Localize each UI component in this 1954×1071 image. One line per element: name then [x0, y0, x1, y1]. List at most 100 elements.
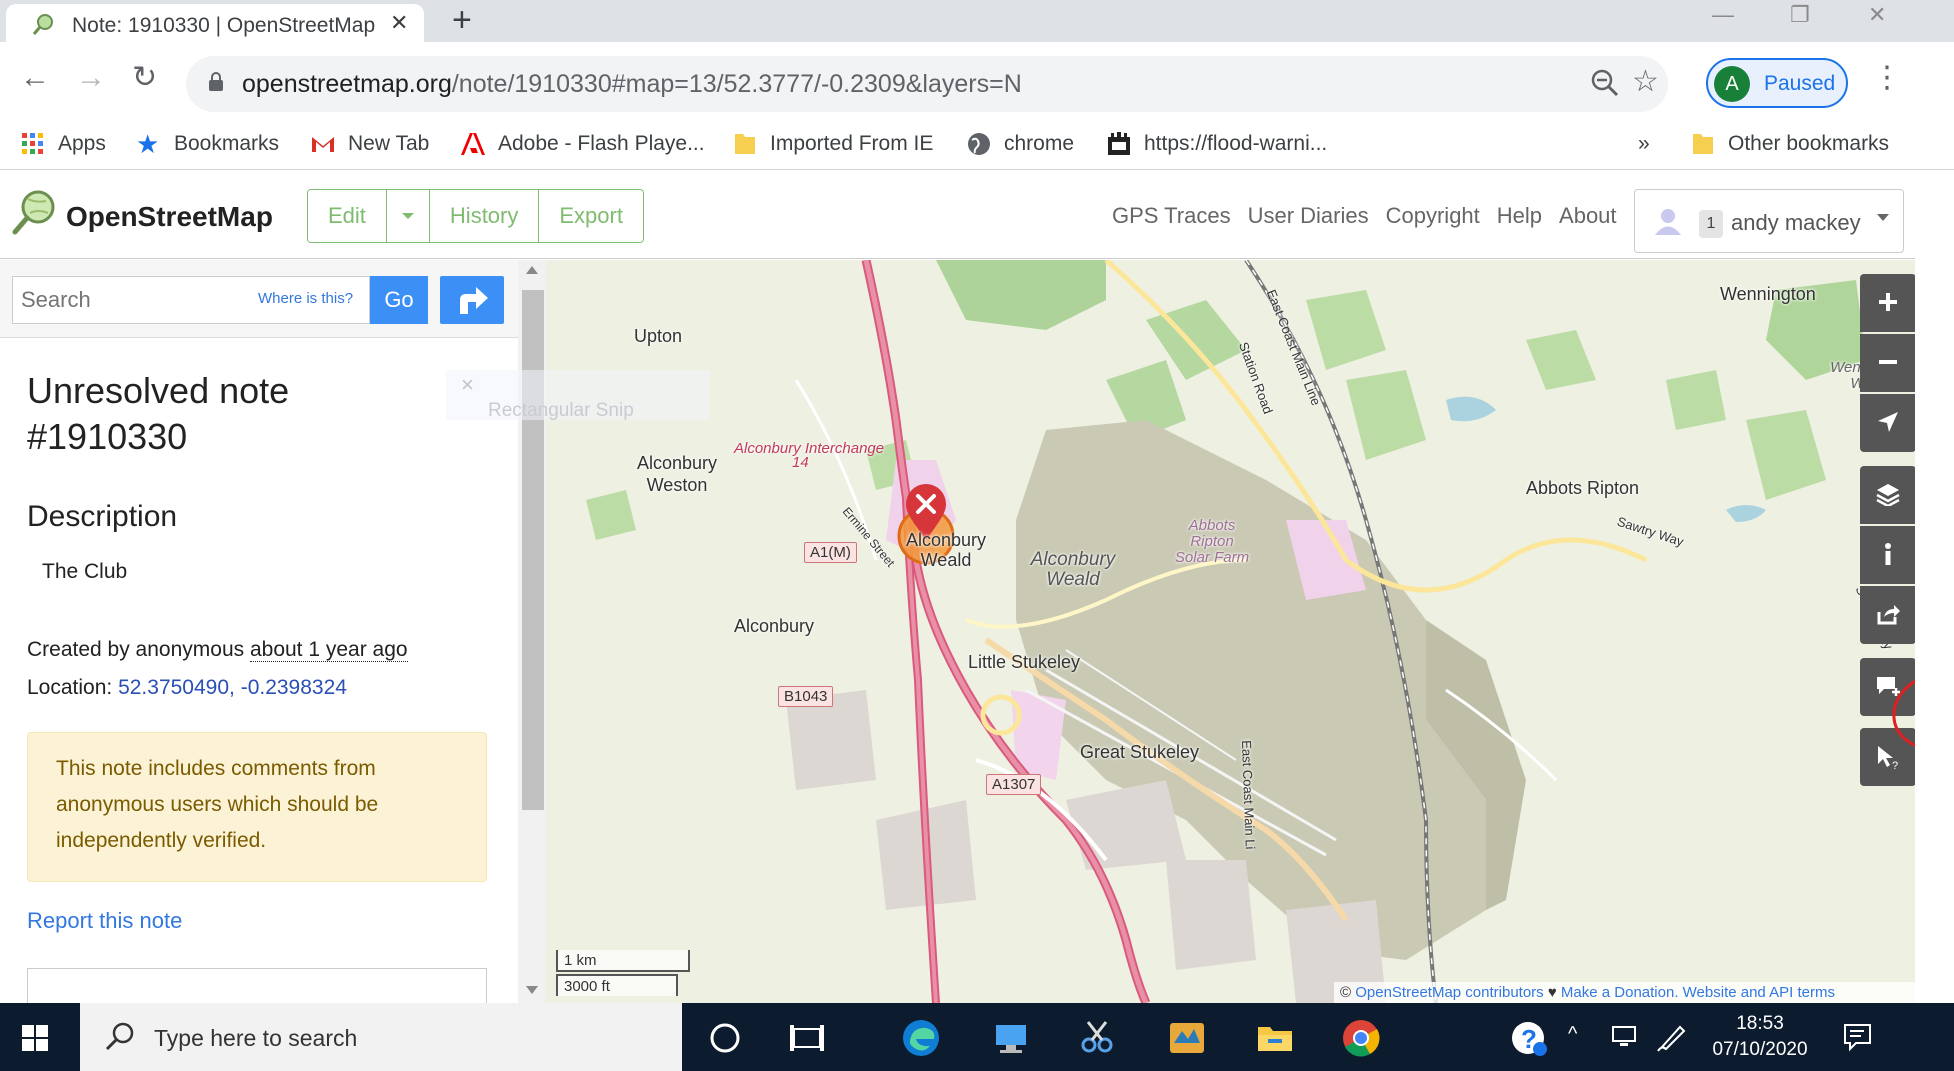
minus-icon [1879, 360, 1897, 364]
snip-close-icon[interactable]: × [461, 372, 474, 398]
map[interactable]: Upton Wennington Wennington Wood Abbots … [546, 260, 1915, 1003]
created-prefix: Created by anonymous [27, 638, 250, 661]
where-is-this-link[interactable]: Where is this? [258, 290, 353, 307]
back-icon[interactable]: ← [20, 62, 50, 94]
edit-button[interactable]: Edit [308, 190, 387, 242]
scroll-down-icon[interactable] [526, 986, 538, 994]
export-button[interactable]: Export [539, 190, 643, 242]
bookmark-chrome[interactable]: chrome [966, 128, 1074, 160]
info-icon [1885, 543, 1891, 565]
bookmark-adobe[interactable]: Adobe - Flash Playe... [460, 128, 705, 160]
locate-button[interactable] [1860, 394, 1915, 452]
help-notification-icon[interactable]: ? [1508, 1017, 1550, 1059]
snip-label: Rectangular Snip [488, 400, 634, 421]
map-label-solar-farm: Abbots Ripton Solar Farm [1174, 517, 1250, 566]
zoom-out-button[interactable] [1860, 334, 1915, 392]
report-note-link[interactable]: Report this note [27, 908, 182, 934]
taskbar-search[interactable]: Type here to search [80, 1003, 682, 1071]
bookmark-apps[interactable]: Apps [20, 128, 106, 160]
edit-dropdown-button[interactable] [386, 190, 430, 242]
bookmark-new-tab[interactable]: New Tab [310, 128, 429, 160]
action-center-icon[interactable] [1842, 1021, 1874, 1053]
bookmark-bookmarks[interactable]: ★ Bookmarks [136, 128, 279, 160]
nav-help[interactable]: Help [1497, 203, 1542, 229]
lock-icon [209, 72, 223, 91]
osm-logo-icon[interactable] [12, 189, 56, 235]
nav-user-diaries[interactable]: User Diaries [1248, 203, 1369, 229]
map-label-alconbury-weald: Alconbury Weald [905, 530, 987, 570]
bookmark-star-icon[interactable]: ☆ [1632, 64, 1659, 99]
svg-text:?: ? [1892, 760, 1898, 770]
zoom-out-icon[interactable] [1590, 68, 1620, 98]
tab-close-icon[interactable]: ✕ [390, 10, 408, 36]
chevron-down-icon [401, 213, 414, 219]
restore-icon[interactable]: ❐ [1790, 2, 1810, 28]
note-title: Unresolved note #1910330 [27, 370, 290, 457]
sidebar: Where is this? Go Unresolved note #19103… [0, 260, 518, 1003]
donate-link[interactable]: Make a Donation [1561, 984, 1674, 1001]
task-view-icon[interactable] [786, 1017, 828, 1059]
cortana-icon[interactable] [704, 1017, 746, 1059]
layers-button[interactable] [1860, 466, 1915, 524]
this-pc-icon[interactable] [990, 1017, 1032, 1059]
edit-button-group: Edit History Export [307, 189, 644, 243]
star-icon: ★ [136, 129, 160, 159]
snipping-tool-icon[interactable] [1076, 1017, 1118, 1059]
osm-brand[interactable]: OpenStreetMap [66, 201, 273, 233]
bookmark-other-bookmarks[interactable]: Other bookmarks [1690, 128, 1889, 160]
taskbar-clock[interactable]: 18:53 07/10/2020 [1710, 1011, 1810, 1063]
map-label-alconbury-weald-area: Alconbury Weald [1030, 549, 1116, 590]
bookmark-label: Adobe - Flash Playe... [498, 132, 705, 155]
forward-icon[interactable]: → [76, 62, 106, 94]
zoom-in-button[interactable] [1860, 274, 1915, 332]
note-location: Location: 52.3750490, -0.2398324 [27, 676, 347, 700]
browser-tab[interactable]: Note: 1910330 | OpenStreetMap ✕ [6, 4, 424, 42]
map-label-little-stukeley: Little Stukeley [968, 652, 1081, 672]
map-key-button[interactable] [1860, 526, 1915, 584]
bookmark-flood-warning[interactable]: https://flood-warni... [1106, 128, 1327, 160]
url-text: openstreetmap.org/note/1910330#map=13/52… [242, 70, 1022, 99]
comment-textarea[interactable] [27, 968, 487, 1003]
memory-map-icon[interactable] [1166, 1017, 1208, 1059]
user-avatar-icon [1655, 209, 1681, 235]
road-shield-b1043: B1043 [778, 686, 834, 707]
nav-about[interactable]: About [1559, 203, 1617, 229]
window-close-icon[interactable]: ✕ [1868, 2, 1886, 28]
bookmark-label: chrome [1004, 132, 1075, 155]
windows-start-icon[interactable] [22, 1025, 48, 1051]
reload-icon[interactable]: ↻ [132, 62, 157, 94]
directions-button[interactable] [440, 276, 504, 324]
edge-icon[interactable] [900, 1017, 942, 1059]
network-icon[interactable] [1610, 1021, 1642, 1053]
terms-link[interactable]: . Website and API terms [1674, 984, 1835, 1001]
bookmark-label: Apps [58, 132, 106, 155]
location-coords-link[interactable]: 52.3750490, -0.2398324 [118, 676, 347, 699]
layers-icon [1876, 484, 1900, 508]
share-button[interactable] [1860, 586, 1915, 644]
scroll-up-icon[interactable] [526, 266, 538, 274]
nav-gps-traces[interactable]: GPS Traces [1112, 203, 1231, 229]
minimize-icon[interactable]: — [1712, 2, 1734, 28]
attribution-contributors-link[interactable]: OpenStreetMap contributors [1355, 984, 1543, 1001]
browser-menu-icon[interactable]: ⋮ [1872, 60, 1902, 95]
map-label-upton: Upton [634, 326, 683, 346]
address-bar[interactable]: openstreetmap.org/note/1910330#map=13/52… [186, 56, 1668, 112]
map-label-alconbury-interchange: Alconbury Interchange [734, 440, 885, 457]
scale-km: 1 km [556, 950, 690, 972]
map-label-junction-14: 14 [792, 454, 809, 471]
user-menu-button[interactable]: 1 andy mackey [1634, 189, 1904, 253]
bookmark-imported-from-ie[interactable]: Imported From IE [732, 128, 933, 160]
top-nav-links: GPS Traces User Diaries Copyright Help A… [1112, 203, 1634, 229]
pen-workspace-icon[interactable] [1656, 1021, 1688, 1053]
tray-chevron-up-icon[interactable]: ^ [1568, 1023, 1577, 1046]
bookmarks-overflow-button[interactable]: » [1638, 128, 1650, 160]
attribution-heart: ♥ [1543, 984, 1561, 1001]
file-explorer-icon[interactable] [1254, 1017, 1296, 1059]
chrome-icon[interactable] [1340, 1017, 1382, 1059]
history-button[interactable]: History [429, 190, 540, 242]
scroll-thumb[interactable] [522, 290, 544, 810]
go-button[interactable]: Go [370, 276, 428, 324]
new-tab-icon[interactable]: + [452, 2, 472, 38]
profile-button[interactable]: A Paused [1706, 58, 1848, 108]
nav-copyright[interactable]: Copyright [1386, 203, 1480, 229]
